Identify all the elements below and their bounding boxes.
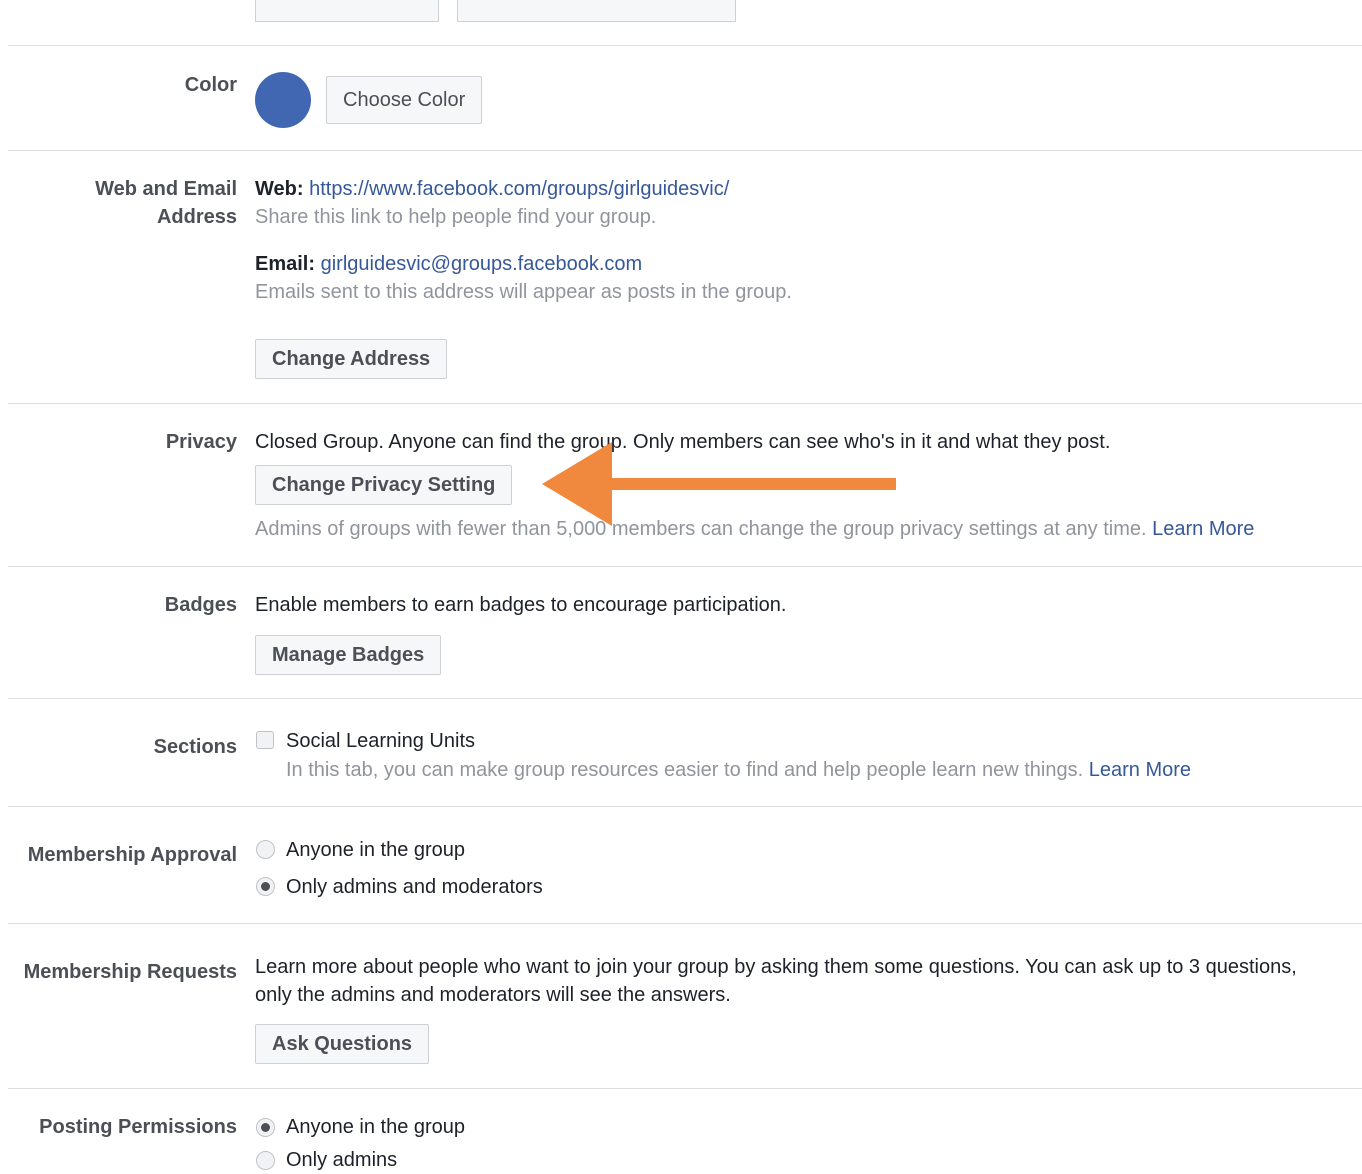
divider	[8, 698, 1362, 699]
approval-option-admins[interactable]: Only admins and moderators	[286, 873, 543, 901]
web-url-link[interactable]: https://www.facebook.com/groups/girlguid…	[309, 178, 729, 200]
sections-hint: In this tab, you can make group resource…	[286, 759, 1084, 781]
previous-section-button-left[interactable]	[255, 0, 439, 22]
social-learning-units-checkbox[interactable]	[256, 731, 274, 749]
web-email-label-line1: Web and Email	[95, 178, 237, 200]
approval-option-anyone[interactable]: Anyone in the group	[286, 836, 465, 864]
arrow-shaft	[600, 478, 896, 490]
divider	[8, 150, 1362, 151]
divider	[8, 923, 1362, 924]
divider	[8, 45, 1362, 46]
posting-permissions-label: Posting Permissions	[39, 1116, 237, 1138]
email-row: Email: girlguidesvic@groups.facebook.com	[255, 250, 642, 278]
membership-approval-label: Membership Approval	[27, 844, 237, 866]
badges-label: Badges	[164, 594, 237, 616]
social-learning-units-label[interactable]: Social Learning Units	[286, 727, 475, 755]
sections-hint-row: In this tab, you can make group resource…	[286, 756, 1191, 784]
divider	[8, 403, 1362, 404]
web-row: Web: https://www.facebook.com/groups/gir…	[255, 175, 729, 203]
web-hint: Share this link to help people find your…	[255, 206, 657, 228]
divider	[8, 806, 1362, 807]
arrow-left-icon	[542, 442, 896, 526]
approval-radio-anyone[interactable]	[256, 840, 275, 859]
group-color-swatch	[255, 72, 311, 128]
manage-badges-button[interactable]: Manage Badges	[255, 635, 442, 675]
sections-label: Sections	[153, 736, 237, 758]
email-hint: Emails sent to this address will appear …	[255, 281, 792, 303]
membership-requests-label: Membership Requests	[23, 961, 237, 983]
badges-description: Enable members to earn badges to encoura…	[255, 594, 787, 616]
arrow-head	[542, 442, 612, 526]
privacy-label: Privacy	[165, 431, 237, 453]
membership-requests-description-line2: only the admins and moderators will see …	[255, 984, 731, 1006]
posting-radio-anyone[interactable]	[256, 1118, 275, 1137]
sections-learn-more-link[interactable]: Learn More	[1089, 759, 1191, 781]
color-label: Color	[184, 74, 237, 96]
choose-color-button[interactable]: Choose Color	[326, 76, 483, 124]
email-address-link[interactable]: girlguidesvic@groups.facebook.com	[321, 253, 643, 275]
privacy-learn-more-link[interactable]: Learn More	[1152, 518, 1254, 540]
email-label: Email:	[255, 253, 316, 275]
divider	[8, 566, 1362, 567]
previous-section-button-right[interactable]	[457, 0, 736, 22]
posting-radio-admins[interactable]	[256, 1151, 275, 1170]
web-label: Web:	[255, 178, 304, 200]
posting-option-admins[interactable]: Only admins	[286, 1146, 397, 1174]
change-privacy-setting-button[interactable]: Change Privacy Setting	[255, 465, 513, 505]
posting-option-anyone[interactable]: Anyone in the group	[286, 1113, 465, 1141]
web-email-label-line2: Address	[156, 206, 237, 228]
change-address-button[interactable]: Change Address	[255, 339, 448, 379]
approval-radio-admins[interactable]	[256, 877, 275, 896]
ask-questions-button[interactable]: Ask Questions	[255, 1024, 430, 1064]
membership-requests-description-line1: Learn more about people who want to join…	[255, 956, 1297, 978]
divider	[8, 1088, 1362, 1089]
